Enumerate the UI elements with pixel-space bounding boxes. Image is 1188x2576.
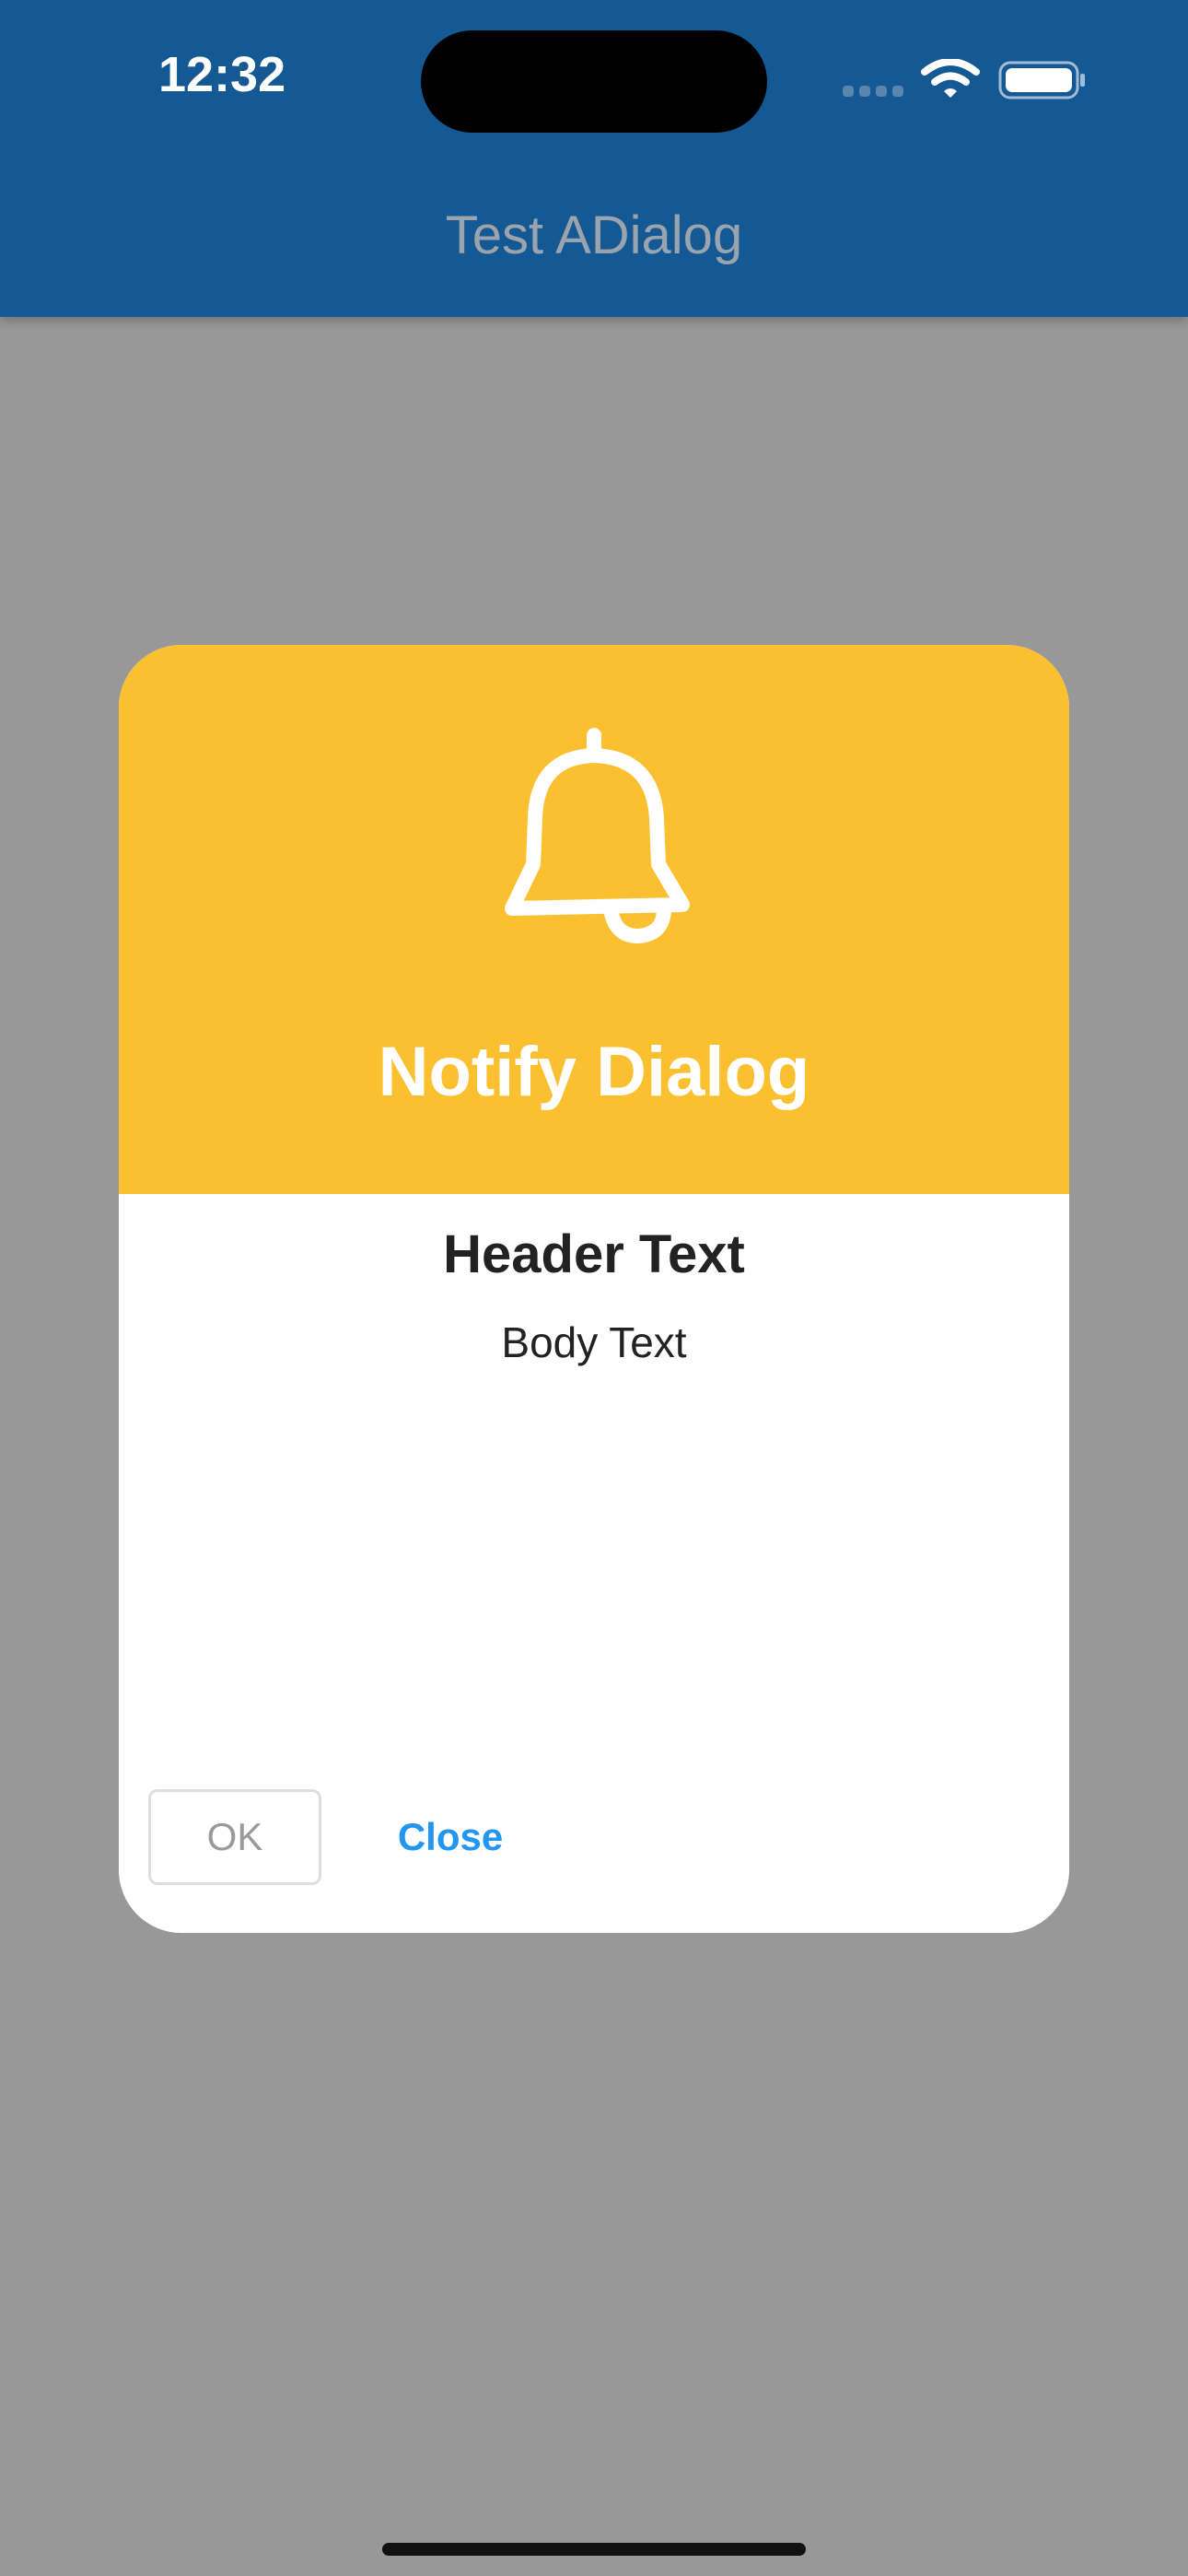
notify-dialog: Notify Dialog Header Text Body Text OK C… — [119, 645, 1069, 1933]
dynamic-island — [421, 30, 767, 133]
ok-button[interactable]: OK — [148, 1789, 321, 1885]
close-button[interactable]: Close — [386, 1789, 515, 1885]
app-title: Test ADialog — [445, 205, 743, 265]
home-indicator[interactable] — [382, 2543, 806, 2556]
screen: 12:32 Test ADialog Notify Dialog Header … — [0, 0, 1188, 2576]
dialog-header: Notify Dialog — [119, 645, 1069, 1194]
wifi-icon — [921, 59, 980, 98]
battery-icon — [998, 61, 1085, 100]
cellular-signal-icon — [843, 86, 903, 97]
dialog-header-text: Header Text — [443, 1224, 745, 1284]
status-time: 12:32 — [158, 47, 286, 102]
bell-icon — [505, 728, 690, 944]
dialog-body-text: Body Text — [501, 1318, 687, 1366]
app-bar: 12:32 Test ADialog — [0, 0, 1188, 317]
dialog-title: Notify Dialog — [378, 1033, 810, 1111]
